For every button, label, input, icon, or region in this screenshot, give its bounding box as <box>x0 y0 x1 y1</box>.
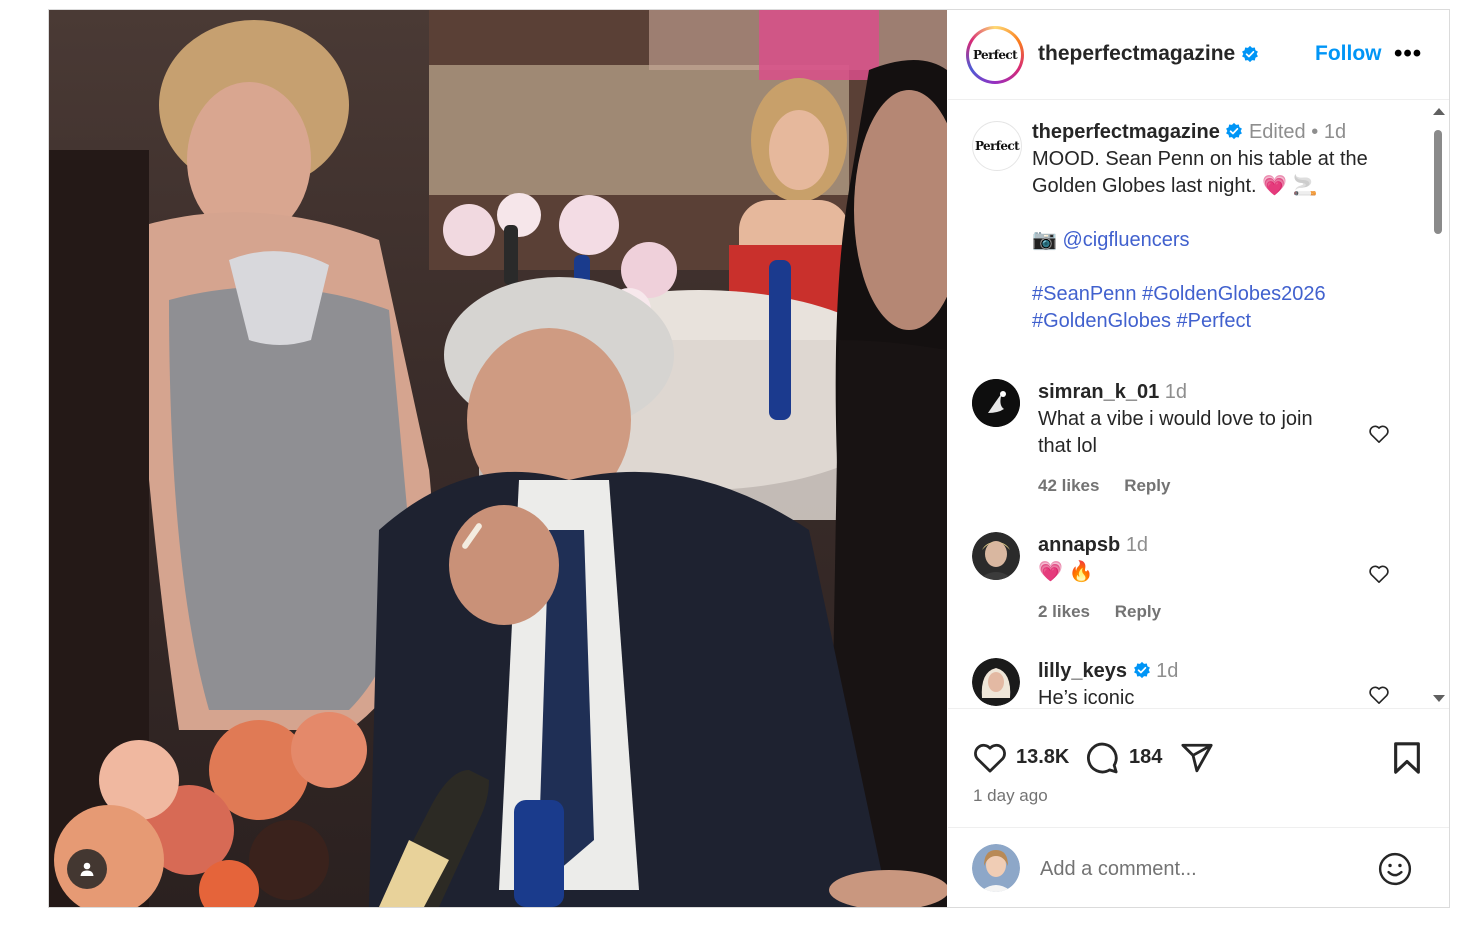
comment-time: 1d <box>1125 534 1149 556</box>
scroll-down-icon[interactable] <box>1433 695 1445 702</box>
verified-badge-icon <box>1133 661 1150 678</box>
comment-like-heart-icon[interactable] <box>1368 685 1390 705</box>
scrollbar-thumb[interactable] <box>1434 130 1442 234</box>
caption-text: MOOD. Sean Penn on his table at the Gold… <box>1032 148 1368 197</box>
post-side-panel: Perfect theperfectmagazine Follow ••• Pe… <box>948 10 1449 907</box>
hashtags-line-1[interactable]: #SeanPenn #GoldenGlobes2026 <box>1032 281 1402 308</box>
share-icon[interactable] <box>1180 741 1214 775</box>
scroll-up-icon[interactable] <box>1433 108 1445 115</box>
commenter-avatar[interactable] <box>972 379 1020 427</box>
verified-badge-icon <box>1226 122 1243 139</box>
hashtags-line-2[interactable]: #GoldenGlobes #Perfect <box>1032 308 1402 335</box>
comments-scrollbar[interactable] <box>1431 106 1445 704</box>
posted-time[interactable]: 1 day ago <box>973 786 1048 806</box>
likes-count[interactable]: 13.8K <box>1016 746 1069 769</box>
separator-dot: • <box>1311 121 1319 143</box>
edited-label: Edited <box>1248 121 1306 143</box>
comment-username[interactable]: lilly_keys <box>1038 660 1127 682</box>
emoji-icon[interactable] <box>1378 852 1412 886</box>
account-logo: Perfect <box>972 48 1018 62</box>
comment-reply-button[interactable]: Reply <box>1124 476 1170 495</box>
photo-illustration <box>49 10 947 907</box>
comment-icon[interactable] <box>1085 741 1119 775</box>
comment-likes[interactable]: 42 likes <box>1038 476 1099 495</box>
comment-reply-button[interactable]: Reply <box>1115 602 1161 621</box>
post-header: Perfect theperfectmagazine Follow ••• <box>948 10 1449 100</box>
caption-time: 1d <box>1323 121 1347 143</box>
comment-time: 1d <box>1164 381 1188 403</box>
comments-scroll-area[interactable]: Perfect theperfectmagazine Edited • 1d M… <box>948 101 1449 707</box>
comment-like-heart-icon[interactable] <box>1368 564 1390 584</box>
comment-username[interactable]: simran_k_01 <box>1038 381 1159 403</box>
comment-item: lilly_keys 1d He’s iconic <box>972 658 1402 707</box>
comment-text: 💗 🔥 <box>1038 561 1094 583</box>
save-icon[interactable] <box>1392 741 1422 775</box>
account-username[interactable]: theperfectmagazine <box>1038 42 1235 65</box>
comment-likes[interactable]: 2 likes <box>1038 602 1090 621</box>
account-avatar[interactable]: Perfect <box>966 26 1024 84</box>
comment-item: annapsb 1d 💗 🔥 2 likes Reply <box>972 532 1402 632</box>
current-user-avatar-image <box>972 844 1020 892</box>
commenter-avatar-image <box>972 532 1020 580</box>
comment-username[interactable]: annapsb <box>1038 534 1120 556</box>
add-comment-bar <box>948 827 1449 908</box>
current-user-avatar[interactable] <box>972 844 1020 892</box>
mention-link[interactable]: @cigfluencers <box>1062 229 1189 251</box>
commenter-avatar-image <box>972 379 1020 427</box>
caption-username[interactable]: theperfectmagazine <box>1032 121 1220 143</box>
commenter-avatar-image <box>972 658 1020 706</box>
post-actions-bar: 13.8K 184 1 day ago <box>948 708 1449 827</box>
user-tag-icon <box>80 862 94 876</box>
caption-avatar[interactable]: Perfect <box>972 121 1022 171</box>
instagram-post-dialog: Perfect theperfectmagazine Follow ••• Pe… <box>48 9 1450 908</box>
heart-icon[interactable] <box>972 742 1008 774</box>
more-options-icon[interactable]: ••• <box>1394 40 1422 68</box>
tagged-users-button[interactable] <box>67 849 107 889</box>
comment-like-heart-icon[interactable] <box>1368 424 1390 444</box>
commenter-avatar[interactable] <box>972 658 1020 706</box>
verified-badge-icon <box>1242 46 1258 63</box>
comment-item: simran_k_01 1d What a vibe i would love … <box>972 379 1402 519</box>
add-comment-input[interactable] <box>1038 853 1342 885</box>
post-caption: theperfectmagazine Edited • 1d MOOD. Sea… <box>1032 119 1402 335</box>
caption-avatar-logo: Perfect <box>974 139 1020 153</box>
post-photo[interactable] <box>49 10 947 907</box>
comment-text: He’s iconic <box>1038 687 1135 707</box>
comment-text: What a vibe i would love to join that lo… <box>1038 408 1313 457</box>
camera-emoji: 📷 <box>1032 229 1057 251</box>
follow-button[interactable]: Follow <box>1315 42 1382 66</box>
comment-time: 1d <box>1156 660 1179 682</box>
commenter-avatar[interactable] <box>972 532 1020 580</box>
comments-count[interactable]: 184 <box>1129 746 1162 769</box>
